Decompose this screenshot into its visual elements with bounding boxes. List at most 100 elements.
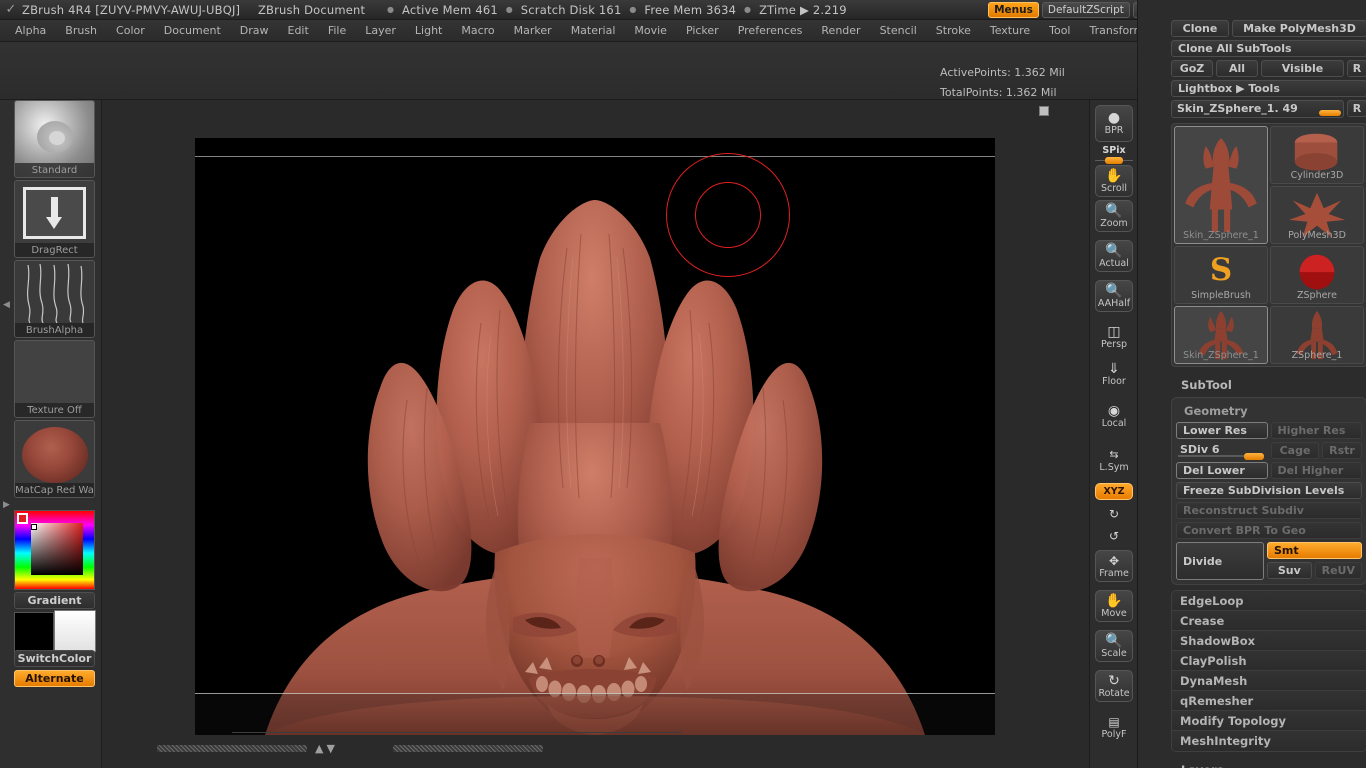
sculpt-canvas[interactable]	[195, 138, 995, 735]
menu-macro[interactable]: Macro	[455, 21, 500, 40]
current-tool-slider[interactable]: Skin_ZSphere_1. 49	[1171, 100, 1344, 118]
menu-brush[interactable]: Brush	[59, 21, 103, 40]
color-picker-dot[interactable]	[31, 524, 37, 530]
crease-section[interactable]: Crease	[1172, 611, 1366, 631]
menu-layer[interactable]: Layer	[359, 21, 402, 40]
rotate-gizmo-button[interactable]: ↻ Rotate	[1095, 670, 1133, 702]
actual-button[interactable]: 🔍 Actual	[1095, 240, 1133, 272]
menu-stencil[interactable]: Stencil	[874, 21, 923, 40]
menu-preferences[interactable]: Preferences	[732, 21, 809, 40]
shadowbox-section[interactable]: ShadowBox	[1172, 631, 1366, 651]
clone-button[interactable]: Clone	[1171, 20, 1229, 37]
menu-file[interactable]: File	[322, 21, 352, 40]
menu-light[interactable]: Light	[409, 21, 448, 40]
menu-marker[interactable]: Marker	[508, 21, 558, 40]
shelf-prev-arrow-icon[interactable]: ◀	[2, 300, 11, 310]
menu-material[interactable]: Material	[565, 21, 622, 40]
clone-all-subtools-button[interactable]: Clone All SubTools	[1171, 40, 1366, 57]
dynamesh-section[interactable]: DynaMesh	[1172, 671, 1366, 691]
claypolish-section[interactable]: ClayPolish	[1172, 651, 1366, 671]
freeze-subdivision-levels-button[interactable]: Freeze SubDivision Levels	[1176, 482, 1362, 499]
layers-section[interactable]: Layers	[1171, 758, 1366, 768]
texture-swatch[interactable]: Texture Off	[14, 340, 95, 418]
frame-button[interactable]: ✥ Frame	[1095, 550, 1133, 582]
current-tool-r-button[interactable]: R	[1347, 100, 1366, 117]
bpr-button[interactable]: ● BPR	[1095, 105, 1133, 142]
default-zscript-button[interactable]: DefaultZScript	[1041, 1, 1130, 18]
goz-r-button[interactable]: R	[1347, 60, 1366, 77]
menu-movie[interactable]: Movie	[628, 21, 673, 40]
menu-stroke[interactable]: Stroke	[930, 21, 977, 40]
floor-button[interactable]: ⇓ Floor	[1095, 358, 1133, 390]
sdiv-knob[interactable]	[1244, 453, 1264, 460]
color-picker[interactable]	[14, 510, 95, 590]
goz-visible-button[interactable]: Visible	[1261, 60, 1344, 77]
lsym-button[interactable]: ⇆ L.Sym	[1095, 445, 1133, 475]
menu-picker[interactable]: Picker	[680, 21, 725, 40]
primary-color-swatch[interactable]	[14, 612, 54, 652]
alternate-button[interactable]: Alternate	[14, 670, 95, 687]
make-polymesh3d-button[interactable]: Make PolyMesh3D	[1232, 20, 1366, 37]
qremesher-section[interactable]: qRemesher	[1172, 691, 1366, 711]
geometry-group-title[interactable]: Geometry	[1176, 402, 1362, 422]
document-resize-handle[interactable]	[1039, 106, 1049, 116]
rotate-z-button[interactable]: ↺	[1095, 526, 1133, 546]
sdiv-slider[interactable]: SDiv 6	[1176, 442, 1268, 460]
scroll-down-icon[interactable]: ▼	[326, 742, 334, 755]
lower-res-button[interactable]: Lower Res	[1176, 422, 1268, 439]
lightbox-tools-button[interactable]: Lightbox ▶ Tools	[1171, 80, 1366, 97]
switch-color-button[interactable]: SwitchColor	[14, 650, 95, 667]
move-gizmo-button[interactable]: ✋ Move	[1095, 590, 1133, 622]
aahalf-button[interactable]: 🔍 AAHalf	[1095, 280, 1133, 312]
xyz-symmetry-button[interactable]: XYZ	[1095, 483, 1133, 500]
subtool-section-title[interactable]: SubTool	[1171, 373, 1366, 397]
color-picker-marker[interactable]	[17, 513, 28, 524]
tool-thumb-cylinder3d[interactable]: Cylinder3D	[1270, 126, 1364, 184]
menu-draw[interactable]: Draw	[234, 21, 275, 40]
divide-button[interactable]: Divide	[1176, 542, 1264, 580]
del-lower-button[interactable]: Del Lower	[1176, 462, 1268, 479]
tool-thumb-zsphere[interactable]: ZSphere	[1270, 246, 1364, 304]
alpha-swatch[interactable]: BrushAlpha	[14, 260, 95, 338]
goz-button[interactable]: GoZ	[1171, 60, 1213, 77]
edgeloop-section[interactable]: EdgeLoop	[1172, 591, 1366, 611]
tool-thumb-skin-zsphere-1-small[interactable]: Skin_ZSphere_1	[1174, 306, 1268, 364]
local-button[interactable]: ◉ Local	[1095, 400, 1133, 432]
material-swatch[interactable]: MatCap Red Wa	[14, 420, 95, 498]
menu-alpha[interactable]: Alpha	[9, 21, 52, 40]
current-tool-knob[interactable]	[1319, 110, 1341, 116]
persp-button[interactable]: ◫ Persp	[1095, 322, 1133, 352]
tool-thumb-zsphere-1[interactable]: ZSphere_1	[1270, 306, 1364, 364]
tool-thumb-simplebrush[interactable]: S SimpleBrush	[1174, 246, 1268, 304]
meshintegrity-section[interactable]: MeshIntegrity	[1172, 731, 1366, 751]
tool-thumb-skin-zsphere-1-large[interactable]: Skin_ZSphere_1	[1174, 126, 1268, 244]
menu-render[interactable]: Render	[815, 21, 866, 40]
suv-button[interactable]: Suv	[1267, 562, 1312, 579]
menu-edit[interactable]: Edit	[282, 21, 315, 40]
tool-thumb-polymesh3d[interactable]: PolyMesh3D	[1270, 186, 1364, 244]
scale-gizmo-button[interactable]: 🔍 Scale	[1095, 630, 1133, 662]
secondary-color-swatch[interactable]	[54, 610, 96, 652]
canvas-hscroll-left[interactable]	[157, 745, 307, 752]
polyframe-button[interactable]: ▤ PolyF	[1095, 712, 1133, 742]
color-picker-square[interactable]	[31, 523, 83, 575]
modify-topology-section[interactable]: Modify Topology	[1172, 711, 1366, 731]
spix-knob[interactable]	[1105, 157, 1123, 164]
menu-color[interactable]: Color	[110, 21, 151, 40]
menu-document[interactable]: Document	[158, 21, 227, 40]
gradient-button[interactable]: Gradient	[14, 592, 95, 609]
stroke-swatch[interactable]: DragRect	[14, 180, 95, 258]
menus-button[interactable]: Menus	[988, 1, 1039, 18]
zoom-button[interactable]: 🔍 Zoom	[1095, 200, 1133, 232]
canvas-hscroll-right[interactable]	[393, 745, 543, 752]
goz-all-button[interactable]: All	[1216, 60, 1258, 77]
scroll-up-icon[interactable]: ▲	[315, 742, 323, 755]
scroll-button[interactable]: ✋ Scroll	[1095, 165, 1133, 197]
shelf-next-arrow-icon[interactable]: ▶	[2, 500, 11, 510]
spix-slider[interactable]: SPix	[1095, 145, 1133, 164]
smt-button[interactable]: Smt	[1267, 542, 1362, 559]
menu-texture[interactable]: Texture	[984, 21, 1036, 40]
rotate-y-button[interactable]: ↻	[1095, 504, 1133, 524]
menu-tool[interactable]: Tool	[1043, 21, 1076, 40]
brush-swatch[interactable]: Standard	[14, 100, 95, 178]
